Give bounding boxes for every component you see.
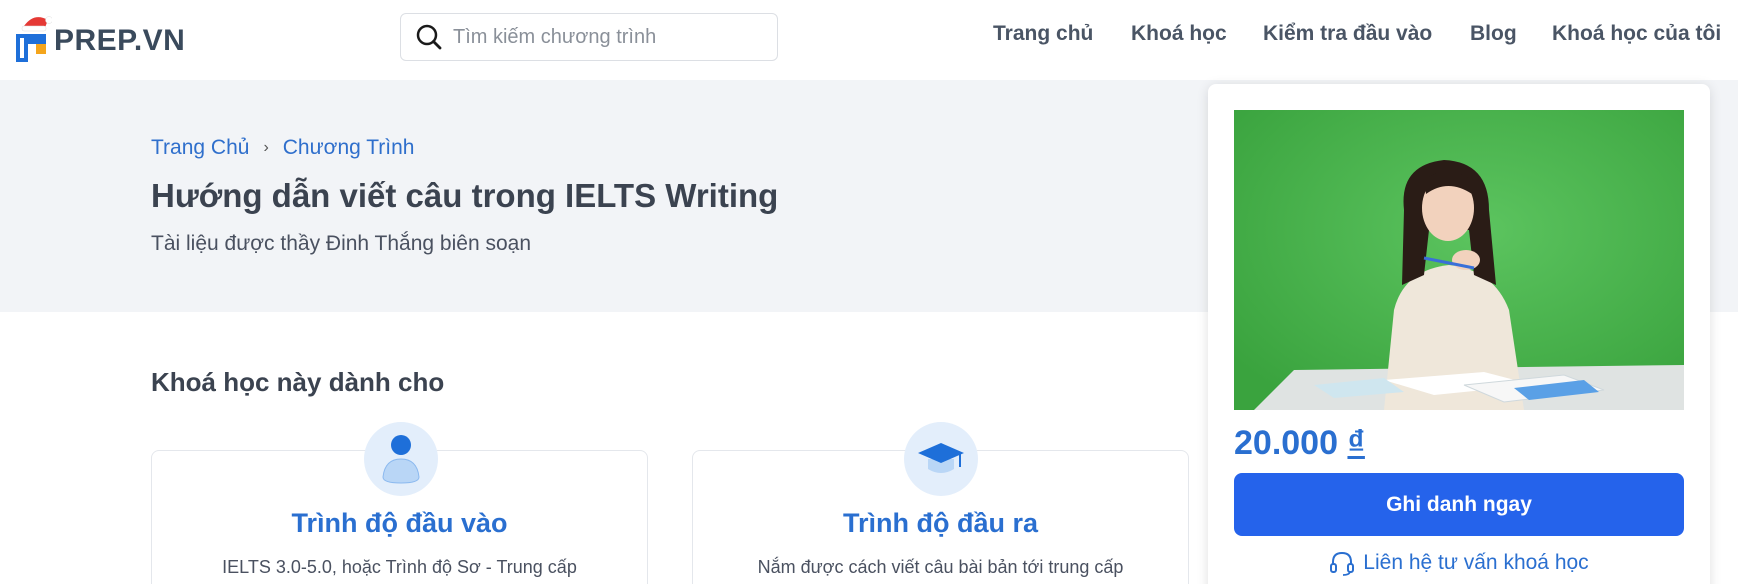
card-icon-wrapper — [904, 422, 978, 496]
course-thumbnail[interactable] — [1234, 110, 1684, 410]
nav-item-placement-test[interactable]: Kiểm tra đầu vào — [1263, 22, 1432, 46]
breadcrumb-separator: › — [263, 139, 269, 156]
contact-consult-link[interactable]: Liên hệ tư vấn khoá học — [1234, 550, 1684, 576]
logo-text: PREP.VN — [54, 24, 186, 57]
search-icon — [416, 24, 442, 50]
enroll-button[interactable]: Ghi danh ngay — [1234, 473, 1684, 536]
person-icon — [382, 435, 420, 484]
top-header: PREP.VN Trang chủ Khoá học Kiểm tra đầu … — [0, 0, 1738, 80]
search-box[interactable] — [400, 13, 778, 61]
card-title-output-level: Trình độ đầu ra — [842, 508, 1038, 538]
nav-item-courses[interactable]: Khoá học — [1131, 22, 1227, 46]
breadcrumb: Trang Chủ › Chương Trình — [151, 136, 415, 160]
card-icon-wrapper — [364, 422, 438, 496]
page-title: Hướng dẫn viết câu trong IELTS Writing — [151, 177, 779, 214]
nav-item-home[interactable]: Trang chủ — [993, 22, 1093, 46]
graduation-cap-icon — [918, 443, 964, 473]
logo[interactable]: PREP.VN — [14, 12, 185, 64]
search-input[interactable] — [453, 25, 773, 49]
nav-item-blog[interactable]: Blog — [1470, 22, 1517, 46]
breadcrumb-item-program[interactable]: Chương Trình — [283, 136, 415, 160]
course-price: 20.000 ₫ — [1234, 424, 1365, 463]
headset-icon — [1330, 551, 1355, 576]
contact-consult-label: Liên hệ tư vấn khoá học — [1363, 551, 1589, 574]
price-amount: 20.000 — [1234, 424, 1338, 462]
instructor-photo — [1234, 110, 1684, 410]
logo-mark-icon — [16, 16, 52, 62]
price-currency: ₫ — [1347, 424, 1365, 462]
page-subtitle: Tài liệu được thầy Đinh Thắng biên soạn — [151, 232, 531, 255]
course-purchase-card: 20.000 ₫ Ghi danh ngay Liên hệ tư vấn kh… — [1208, 84, 1710, 584]
section-title: Khoá học này dành cho — [151, 367, 445, 397]
card-description-output-level: Nắm được cách viết câu bài bản tới trung… — [757, 557, 1124, 577]
card-description-input-level: IELTS 3.0-5.0, hoặc Trình độ Sơ - Trung … — [222, 557, 577, 577]
breadcrumb-item-home[interactable]: Trang Chủ — [151, 136, 249, 160]
nav-item-my-courses[interactable]: Khoá học của tôi — [1552, 22, 1721, 46]
card-title-input-level: Trình độ đầu vào — [291, 508, 508, 538]
